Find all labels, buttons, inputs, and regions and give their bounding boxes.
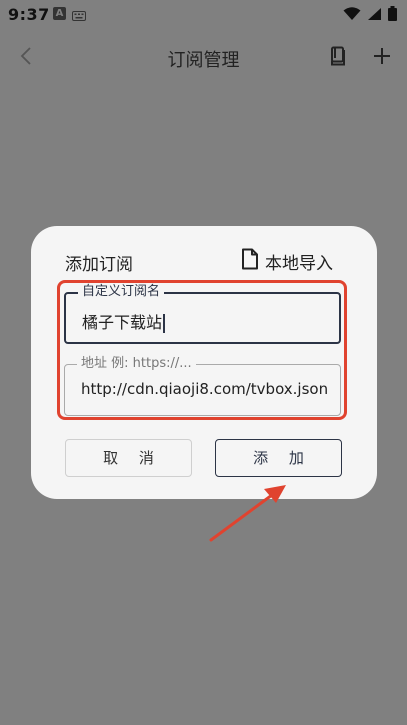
- wifi-icon: [343, 6, 361, 25]
- keyboard-icon: [72, 7, 86, 26]
- subscription-name-input[interactable]: 橘子下载站: [82, 313, 162, 332]
- subscription-name-label: 自定义订阅名: [78, 284, 165, 300]
- book-icon: [329, 46, 347, 70]
- local-import-label: 本地导入: [265, 253, 333, 274]
- subscription-url-label: 地址 例: https://...: [77, 356, 196, 372]
- confirm-add-button[interactable]: 添 加: [215, 439, 342, 477]
- status-bar: 9:37 A: [0, 0, 407, 28]
- cancel-button[interactable]: 取 消: [65, 439, 192, 477]
- app-bar: 订阅管理: [0, 34, 407, 82]
- add-button[interactable]: [368, 44, 396, 72]
- plus-icon: [373, 47, 391, 69]
- local-import-button[interactable]: 本地导入: [241, 248, 333, 274]
- status-time: 9:37: [8, 5, 50, 24]
- dialog-title: 添加订阅: [65, 255, 133, 275]
- subscription-name-field[interactable]: 自定义订阅名 橘子下载站: [64, 284, 341, 344]
- add-subscription-dialog: 添加订阅 本地导入 自定义订阅名 橘子下载站 地址 例: https://...…: [31, 226, 377, 499]
- file-icon: [241, 248, 259, 274]
- subscription-list-button[interactable]: [324, 44, 352, 72]
- subscription-url-field[interactable]: 地址 例: https://... http://cdn.qiaoji8.com…: [64, 356, 341, 416]
- text-caret: [163, 314, 166, 333]
- battery-icon: [388, 6, 397, 25]
- signal-icon: [367, 6, 382, 25]
- notification-a-icon: A: [53, 7, 66, 20]
- subscription-url-input[interactable]: http://cdn.qiaoji8.com/tvbox.json: [81, 380, 328, 398]
